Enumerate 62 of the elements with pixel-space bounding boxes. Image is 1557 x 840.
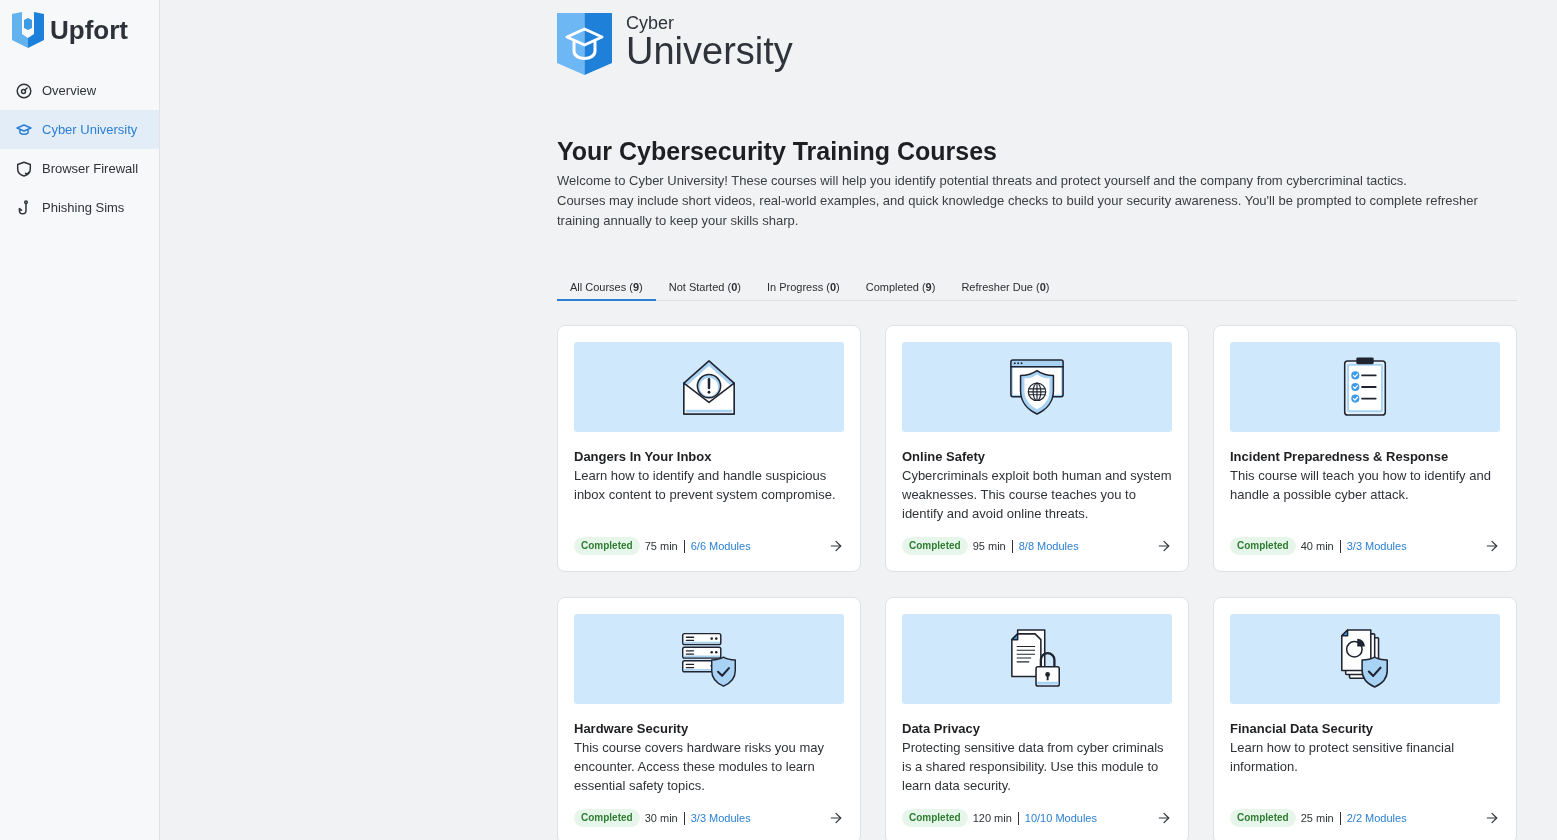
course-title: Financial Data Security bbox=[1230, 720, 1375, 737]
tab[interactable]: In Progress (0) bbox=[753, 275, 853, 301]
tab[interactable]: Refresher Due (0) bbox=[948, 275, 1063, 301]
modules-link[interactable]: 3/3 Modules bbox=[690, 812, 751, 824]
arrow-right-icon[interactable] bbox=[828, 538, 844, 554]
arrow-right-icon[interactable] bbox=[1484, 538, 1500, 554]
course-card[interactable]: Incident Preparedness & Response This course will teach you how to identify and handle a possible cyber attack. Completed 40 min 3/3 Modules bbox=[1213, 325, 1517, 572]
course-title: Online Safety bbox=[902, 448, 987, 465]
course-title: Incident Preparedness & Response bbox=[1230, 448, 1450, 465]
duration-text: 95 min bbox=[972, 540, 1006, 552]
course-description: Learn how to identify and handle suspicious inbox content to prevent system compromise. bbox=[574, 467, 837, 504]
course-card[interactable]: Financial Data Security Learn how to protect sensitive financial information. Completed 25 min 2/2 Modules bbox=[1213, 597, 1517, 840]
duration-text: 30 min bbox=[644, 812, 678, 824]
arrow-right-icon[interactable] bbox=[1156, 538, 1172, 554]
graduation-cap-icon bbox=[16, 121, 32, 138]
nav-item[interactable]: Phishing Sims bbox=[0, 188, 159, 227]
modules-link[interactable]: 8/8 Modules bbox=[1018, 540, 1079, 552]
course-description: Learn how to protect sensitive financial information. bbox=[1230, 739, 1455, 776]
course-description: Cybercriminals exploit both human and system weaknesses. This course teaches you to identify and avoid online threats. bbox=[902, 467, 1172, 523]
modules-link[interactable]: 6/6 Modules bbox=[690, 540, 751, 552]
status-badge: Completed bbox=[574, 809, 640, 827]
status-badge: Completed bbox=[902, 809, 968, 827]
arrow-right-icon[interactable] bbox=[1156, 810, 1172, 826]
course-title: Data Privacy bbox=[902, 720, 982, 737]
nav-item[interactable]: Cyber University bbox=[0, 110, 159, 149]
modules-link[interactable]: 2/2 Modules bbox=[1346, 812, 1407, 824]
duration-text: 120 min bbox=[972, 812, 1012, 824]
page-title: Your Cybersecurity Training Courses bbox=[557, 136, 998, 166]
intro-text: Courses may include short videos, real-world examples, and quick knowledge checks to build your security awareness. You'll be prompted to complete refresher training annually to keep your skills sharp. bbox=[557, 192, 1479, 230]
browser-shield-globe-icon bbox=[1008, 356, 1066, 418]
logo-small-text: Cyber bbox=[626, 13, 675, 33]
brand-name: Upfort bbox=[50, 14, 128, 47]
course-card[interactable]: Data Privacy Protecting sensitive data from cyber criminals is a shared responsibility. Use this module to learn data security. Completed 120 min 10/10 Modules bbox=[885, 597, 1189, 840]
tab[interactable]: Completed (9) bbox=[852, 275, 949, 301]
course-description: This course covers hardware risks you may encounter. Access these modules to learn essential safety topics. bbox=[574, 739, 825, 795]
gauge-icon bbox=[16, 82, 32, 99]
status-badge: Completed bbox=[1230, 537, 1296, 555]
tab[interactable]: Not Started (0) bbox=[655, 275, 754, 301]
arrow-right-icon[interactable] bbox=[828, 810, 844, 826]
status-badge: Completed bbox=[902, 537, 968, 555]
nav-item[interactable]: Overview bbox=[0, 71, 159, 110]
shield-icon bbox=[16, 160, 32, 177]
duration-text: 25 min bbox=[1300, 812, 1334, 824]
course-title: Hardware Security bbox=[574, 720, 690, 737]
intro-text: Welcome to Cyber University! These courses will help you identify potential threats and protect yourself and the company from cybercriminal tactics. bbox=[557, 172, 1408, 190]
course-card[interactable]: Online Safety Cybercriminals exploit both human and system weaknesses. This course teaches you to identify and avoid online threats. Completed 95 min 8/8 Modules bbox=[885, 325, 1189, 572]
course-title: Dangers In Your Inbox bbox=[574, 448, 713, 465]
course-description: This course will teach you how to identify and handle a possible cyber attack. bbox=[1230, 467, 1492, 504]
duration-text: 75 min bbox=[644, 540, 678, 552]
shield-cap-logo-icon bbox=[557, 13, 612, 75]
logo-icon bbox=[12, 12, 44, 48]
duration-text: 40 min bbox=[1300, 540, 1334, 552]
arrow-right-icon[interactable] bbox=[1484, 810, 1500, 826]
tab[interactable]: All Courses (9) bbox=[557, 275, 656, 301]
status-badge: Completed bbox=[1230, 809, 1296, 827]
modules-link[interactable]: 3/3 Modules bbox=[1346, 540, 1407, 552]
nav-item[interactable]: Browser Firewall bbox=[0, 149, 159, 188]
course-card[interactable]: Dangers In Your Inbox Learn how to identify and handle suspicious inbox content to prevent system compromise. Completed 75 min 6/6 Modules bbox=[557, 325, 861, 572]
course-description: Protecting sensitive data from cyber criminals is a shared responsibility. Use this module to learn data security. bbox=[902, 739, 1165, 795]
course-card[interactable]: Hardware Security This course covers hardware risks you may encounter. Access these modules to learn essential safety topics. Completed 30 min 3/3 Modules bbox=[557, 597, 861, 840]
status-badge: Completed bbox=[574, 537, 640, 555]
modules-link[interactable]: 10/10 Modules bbox=[1024, 812, 1097, 824]
